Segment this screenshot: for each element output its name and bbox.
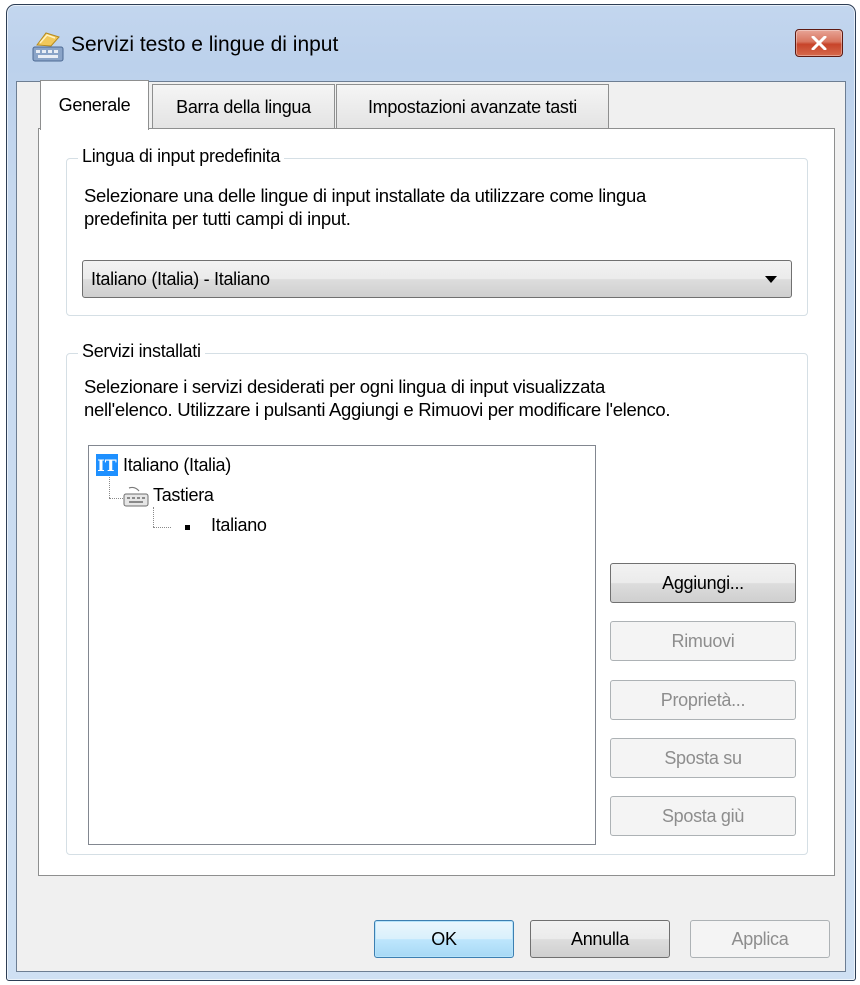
- close-icon: [811, 36, 827, 50]
- default-language-value: Italiano (Italia) - Italiano: [91, 269, 270, 289]
- installed-services-description-2: nell'elenco. Utilizzare i pulsanti Aggiu…: [84, 399, 671, 420]
- properties-button[interactable]: Proprietà...: [610, 680, 796, 720]
- default-language-description-1: Selezionare una delle lingue di input in…: [84, 185, 646, 206]
- tree-item-language[interactable]: Italiano (Italia): [123, 455, 231, 476]
- close-button[interactable]: [795, 29, 843, 57]
- keyboard-icon: [123, 486, 149, 507]
- tree-connector: [109, 498, 123, 499]
- chevron-down-icon: [765, 276, 777, 283]
- default-language-legend: Lingua di input predefinita: [78, 146, 285, 167]
- move-down-button[interactable]: Sposta giù: [610, 796, 796, 836]
- language-badge-icon: IT: [96, 454, 118, 476]
- tab-impostazioni-avanzate-tasti[interactable]: Impostazioni avanzate tasti: [336, 84, 609, 129]
- tree-item-category[interactable]: Tastiera: [153, 485, 214, 506]
- add-button[interactable]: Aggiungi...: [610, 563, 796, 603]
- tab-generale[interactable]: Generale: [40, 80, 149, 130]
- apply-button[interactable]: Applica: [690, 920, 830, 958]
- ok-button[interactable]: OK: [374, 920, 514, 958]
- installed-services-tree[interactable]: IT Italiano (Italia) Tastiera Italiano: [88, 445, 596, 845]
- tree-connector: [109, 477, 110, 498]
- tree-connector: [153, 527, 171, 528]
- tree-connector: [153, 507, 154, 527]
- installed-services-legend: Servizi installati: [78, 341, 205, 362]
- installed-services-description-1: Selezionare i servizi desiderati per ogn…: [84, 376, 605, 397]
- remove-button[interactable]: Rimuovi: [610, 621, 796, 661]
- bullet-icon: [185, 525, 190, 530]
- tree-item-service[interactable]: Italiano: [211, 515, 267, 536]
- tab-barra-della-lingua[interactable]: Barra della lingua: [152, 84, 335, 129]
- window-title: Servizi testo e lingue di input: [71, 33, 339, 56]
- move-up-button[interactable]: Sposta su: [610, 738, 796, 778]
- default-language-dropdown[interactable]: Italiano (Italia) - Italiano: [82, 260, 792, 298]
- cancel-button[interactable]: Annulla: [530, 920, 670, 958]
- title-bar[interactable]: Servizi testo e lingue di input: [7, 5, 855, 81]
- default-language-description-2: predefinita per tutti campi di input.: [84, 208, 351, 229]
- text-services-icon: [32, 32, 64, 62]
